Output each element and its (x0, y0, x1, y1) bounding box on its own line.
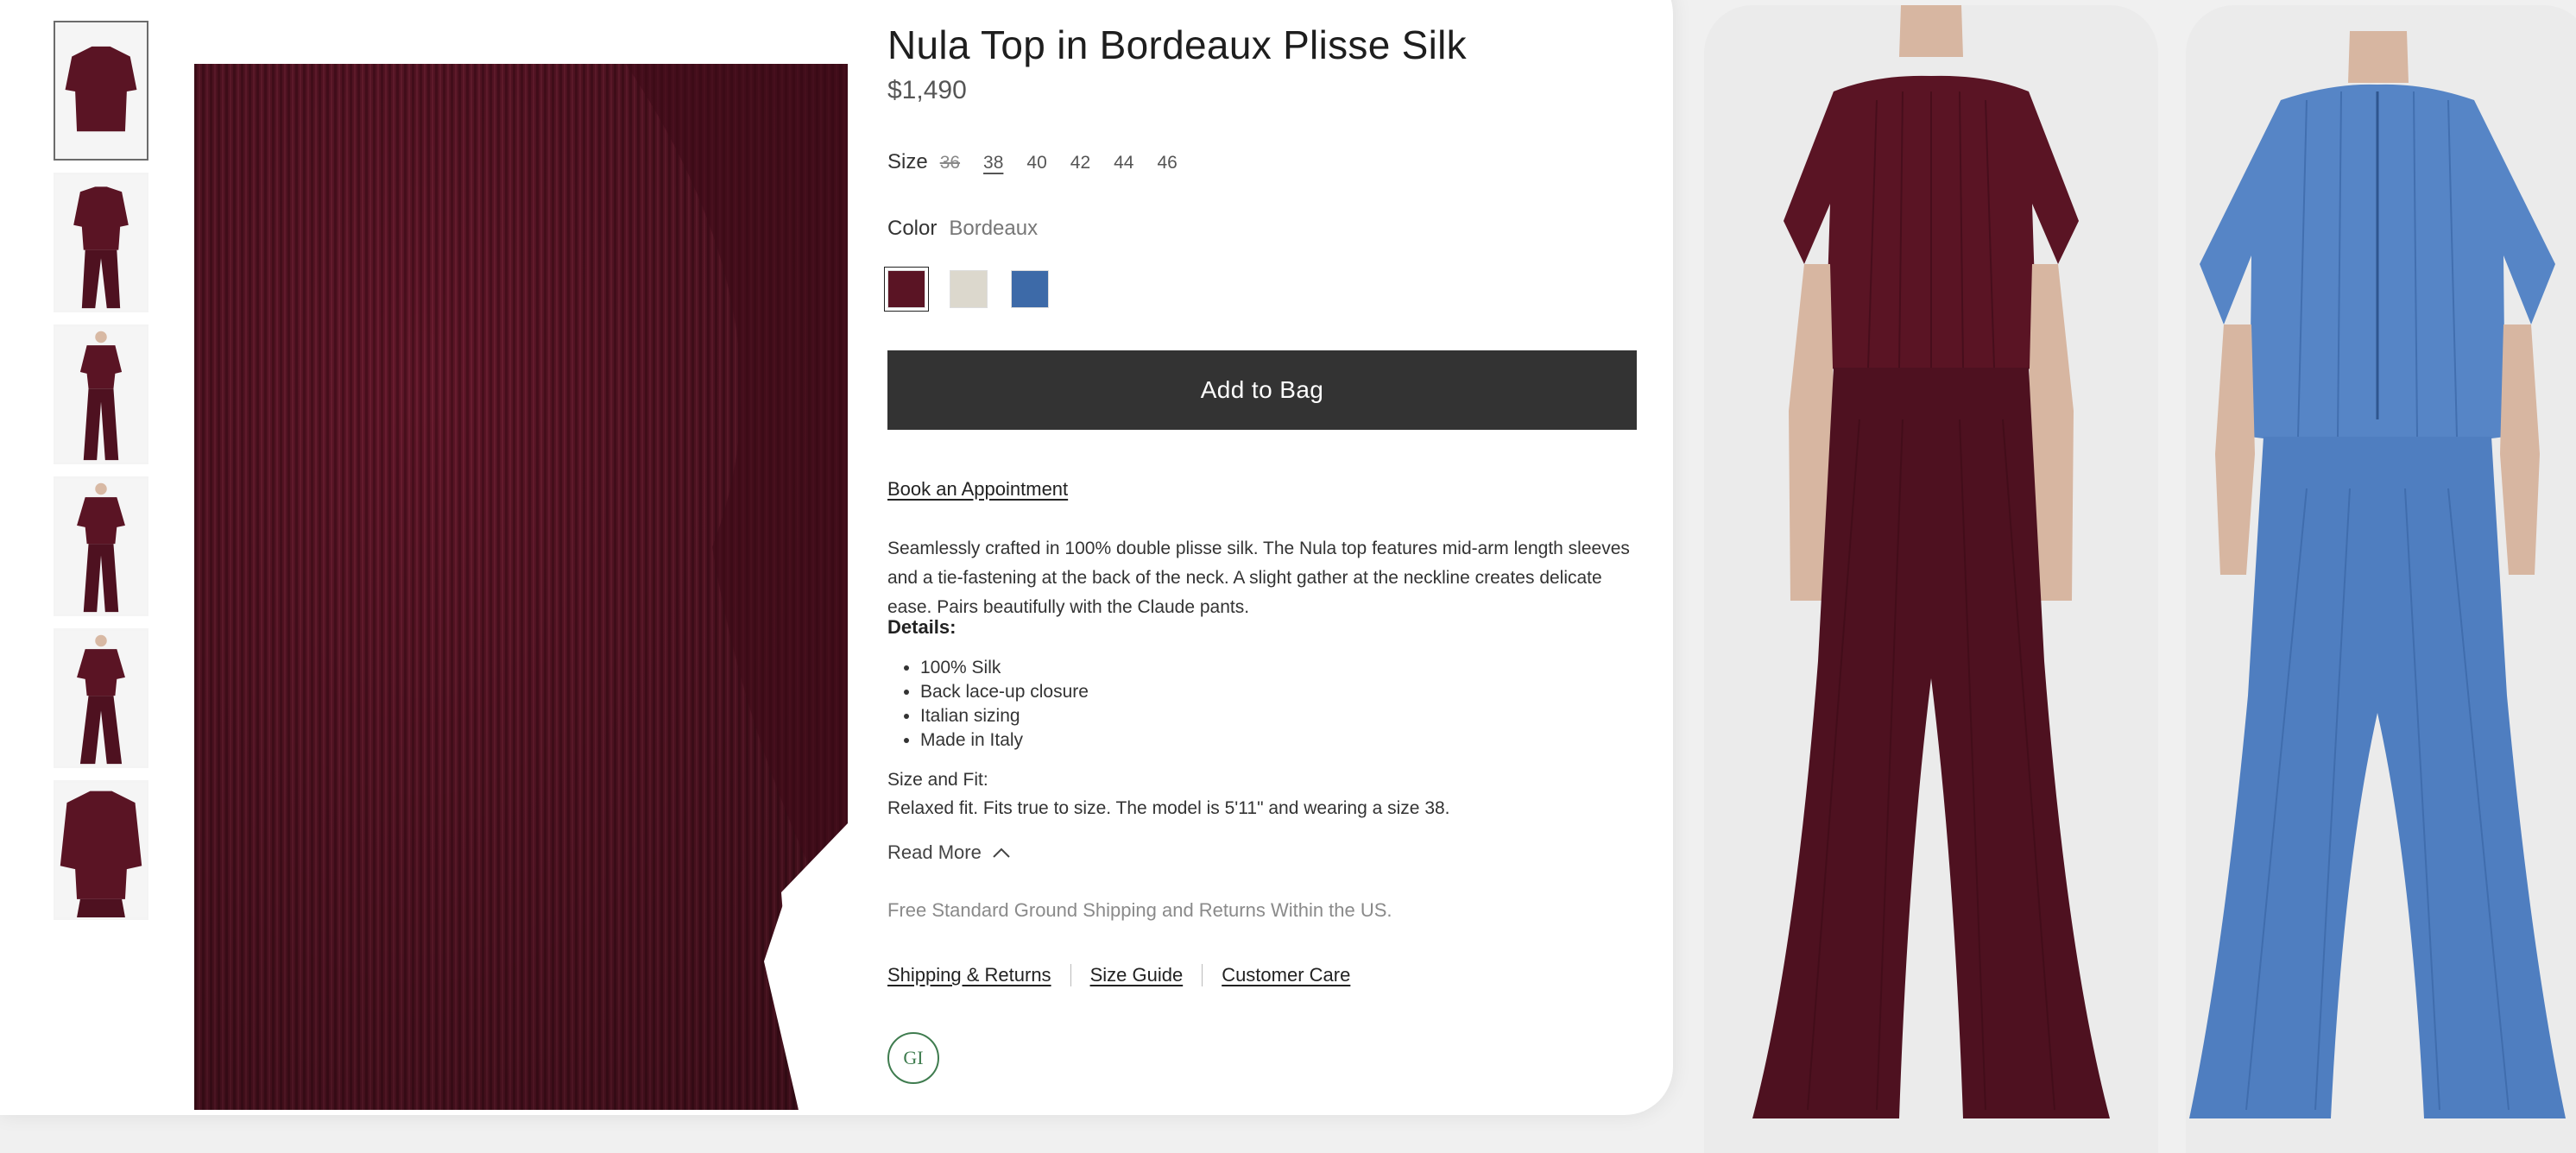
size-label: Size (887, 150, 928, 173)
details-list: 100% Silk Back lace-up closure Italian s… (887, 656, 1089, 753)
color-label: Color (887, 217, 938, 240)
customer-care-link[interactable]: Customer Care (1222, 964, 1350, 986)
details-item: 100% Silk (920, 656, 1089, 680)
size-option-40[interactable]: 40 (1026, 153, 1046, 173)
thumbnail-4[interactable] (54, 476, 148, 616)
product-title: Nula Top in Bordeaux Plisse Silk (887, 22, 1467, 67)
size-guide-link[interactable]: Size Guide (1090, 964, 1184, 986)
shipping-returns-link[interactable]: Shipping & Returns (887, 964, 1051, 986)
thumbnail-image (55, 174, 147, 311)
size-option-44[interactable]: 44 (1114, 153, 1133, 173)
thumbnail-6[interactable] (54, 780, 148, 920)
footer-links: Shipping & Returns Size Guide Customer C… (887, 964, 1350, 986)
model-photo-blue (2186, 5, 2576, 1153)
thumbnail-2[interactable] (54, 173, 148, 312)
thumbnail-image (55, 326, 147, 463)
details-item: Italian sizing (920, 704, 1089, 728)
size-fit-heading: Size and Fit: (887, 770, 988, 790)
read-more-toggle[interactable]: Read More (887, 841, 1011, 864)
read-more-label: Read More (887, 841, 982, 863)
size-option-46[interactable]: 46 (1157, 153, 1177, 173)
size-option-36[interactable]: 36 (940, 153, 960, 173)
size-option-42[interactable]: 42 (1070, 153, 1090, 173)
thumbnail-1[interactable] (54, 21, 148, 161)
thumbnail-image (55, 630, 147, 766)
thumbnail-image (55, 478, 147, 614)
book-appointment-link[interactable]: Book an Appointment (887, 478, 1068, 501)
model-image-bordeaux[interactable] (1704, 5, 2158, 1153)
size-option-38[interactable]: 38 (983, 153, 1003, 173)
main-product-image[interactable] (194, 64, 848, 1110)
color-swatch-bordeaux[interactable] (884, 267, 929, 312)
brand-badge-icon: GI (887, 1032, 939, 1084)
product-price: $1,490 (887, 76, 967, 104)
color-swatch-ivory[interactable] (950, 270, 988, 308)
product-description: Seamlessly crafted in 100% double plisse… (887, 539, 1630, 617)
divider (1070, 964, 1071, 986)
add-to-bag-button[interactable]: Add to Bag (887, 350, 1637, 430)
model-photo-bordeaux (1704, 5, 2158, 1153)
shipping-note: Free Standard Ground Shipping and Return… (887, 899, 1392, 921)
color-swatch-blue[interactable] (1011, 270, 1049, 308)
thumbnail-3[interactable] (54, 324, 148, 464)
size-selector: Size 36 38 40 42 44 46 (887, 150, 1178, 174)
divider (1202, 964, 1203, 986)
thumbnail-5[interactable] (54, 628, 148, 768)
color-selector: Color Bordeaux (887, 217, 1038, 241)
size-fit-text: Relaxed fit. Fits true to size. The mode… (887, 798, 1450, 818)
color-value: Bordeaux (949, 217, 1039, 240)
fabric-closeup-image (194, 64, 848, 1110)
details-item: Back lace-up closure (920, 680, 1089, 704)
thumbnail-image (55, 22, 147, 159)
chevron-up-icon (993, 847, 1010, 858)
model-image-blue[interactable] (2186, 5, 2576, 1153)
details-item: Made in Italy (920, 728, 1089, 753)
details-heading: Details: (887, 616, 957, 638)
product-card: Nula Top in Bordeaux Plisse Silk $1,490 … (0, 0, 1673, 1115)
thumbnail-image (55, 782, 147, 918)
